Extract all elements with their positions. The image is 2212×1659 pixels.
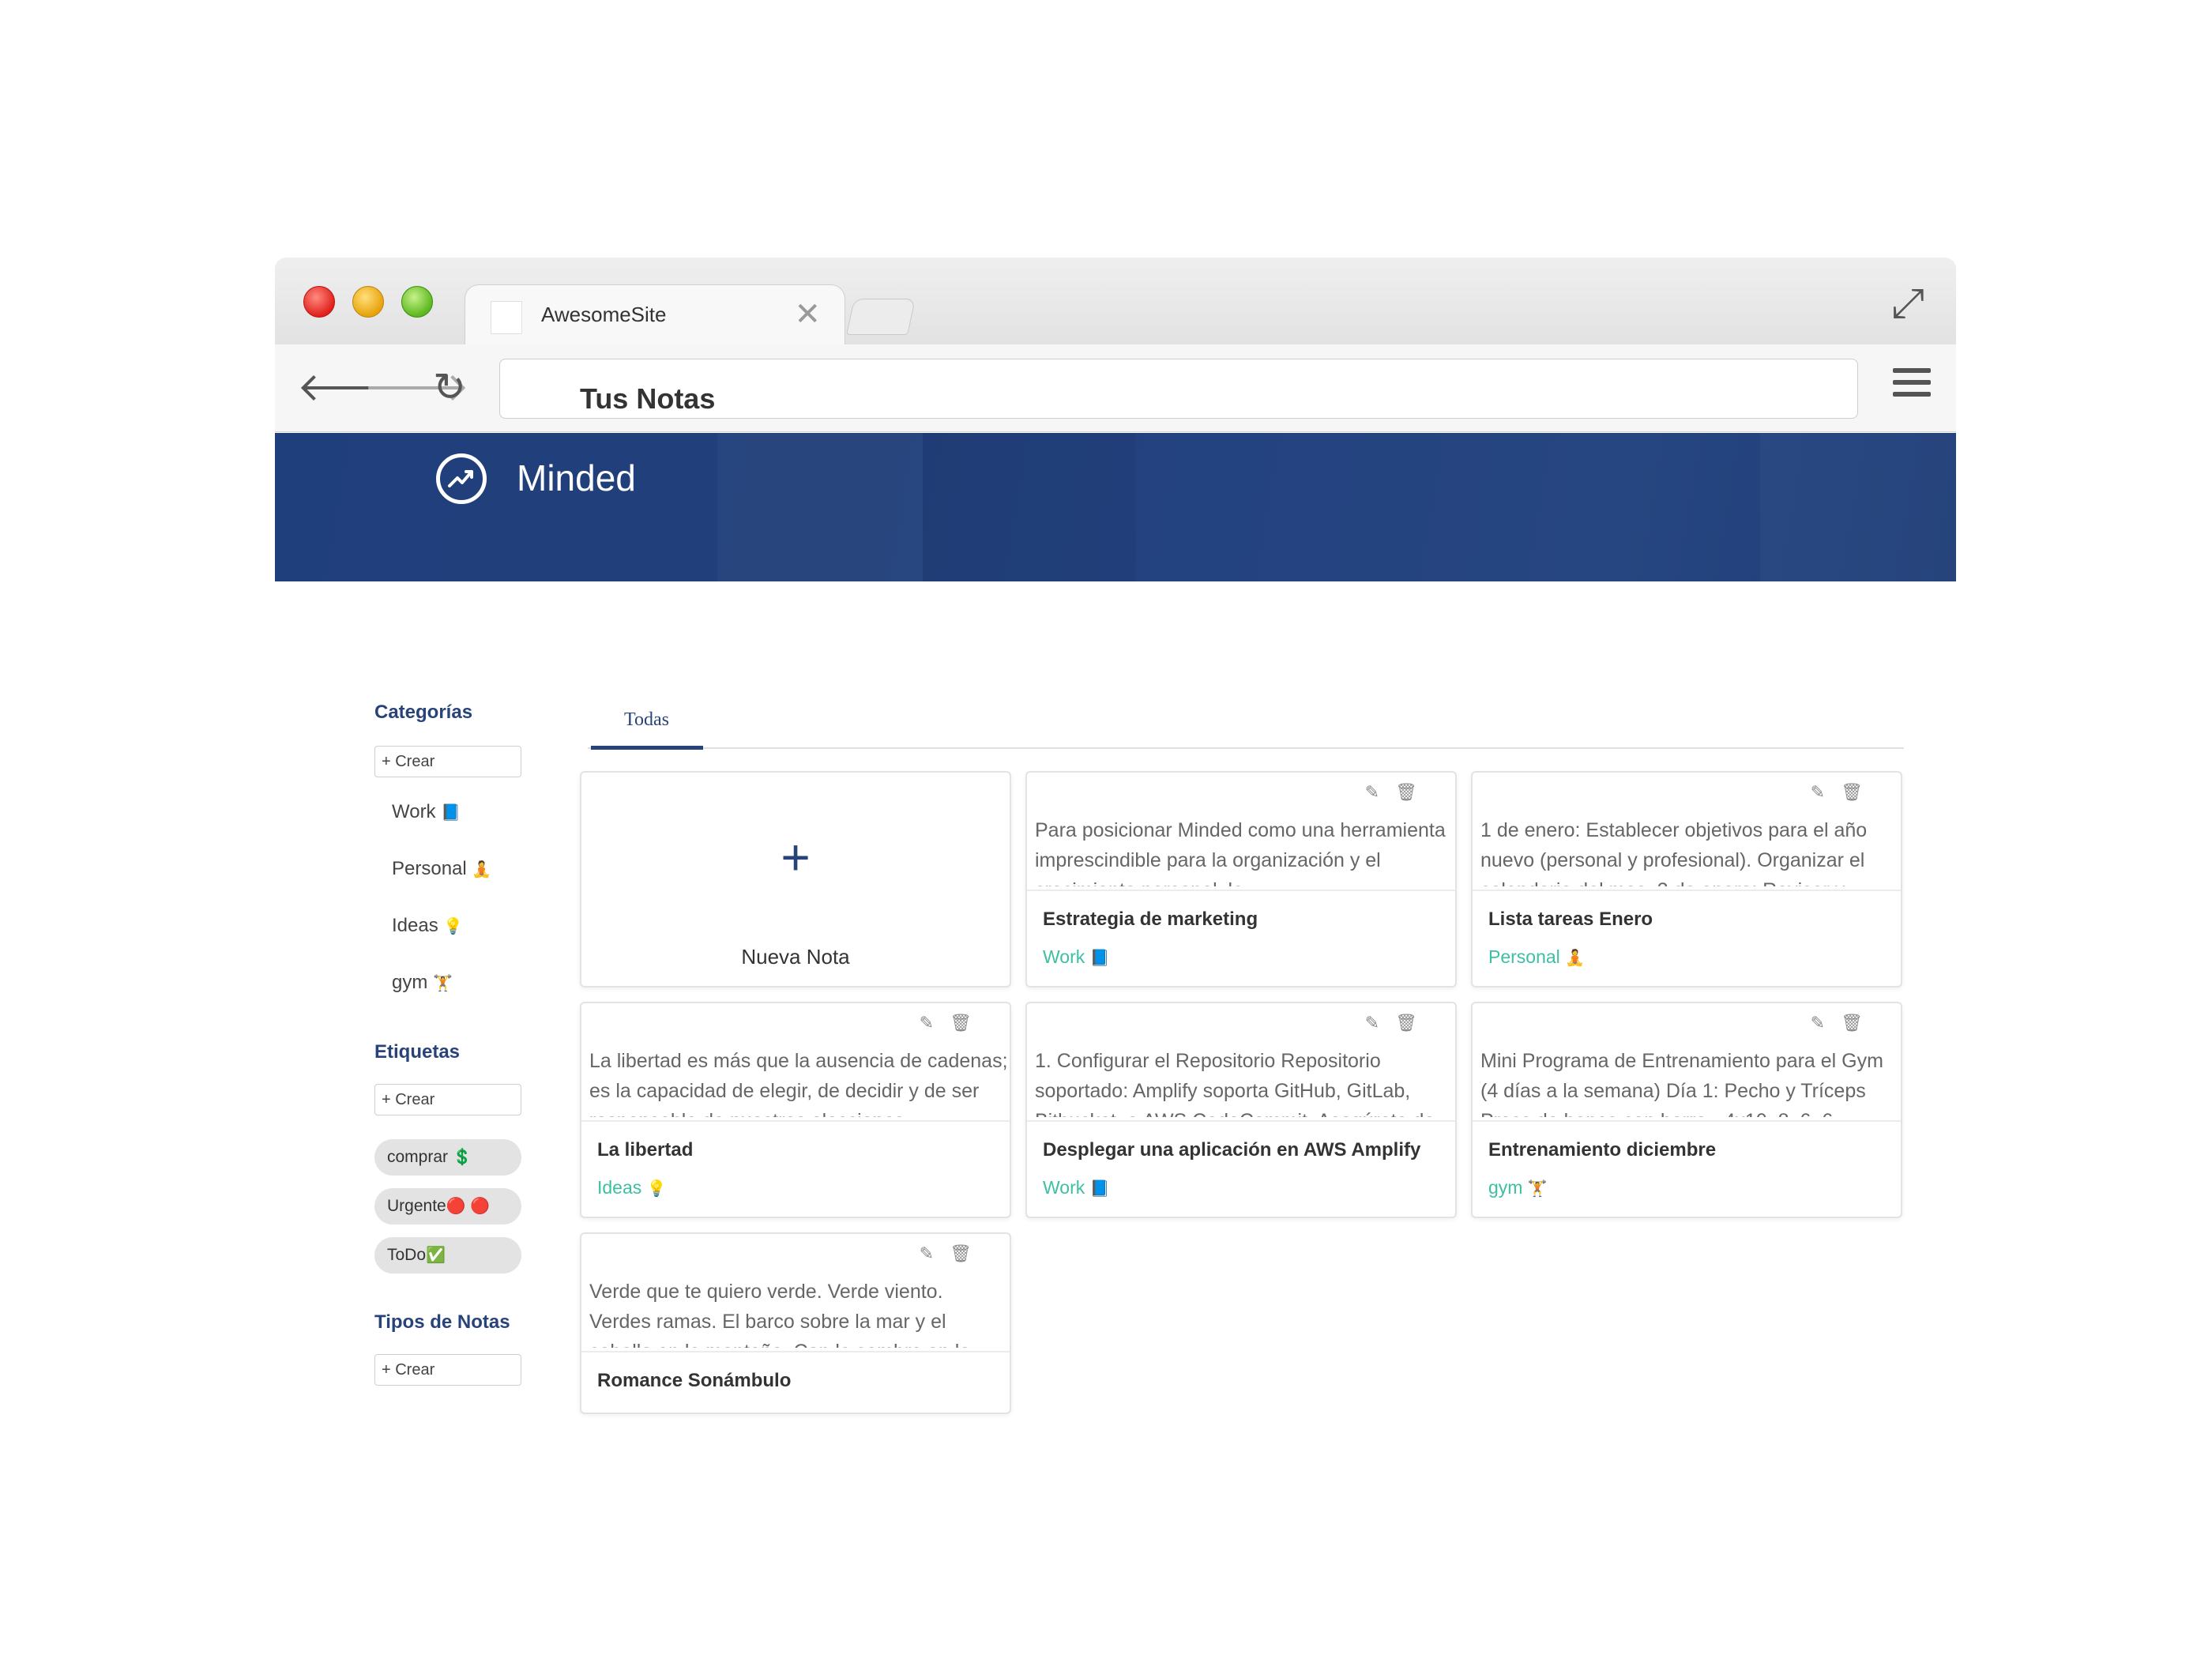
plus-icon: + [781, 829, 811, 886]
book-icon: 📘 [441, 804, 461, 822]
active-tab-indicator [591, 746, 703, 750]
check-mark-icon: ✅ [426, 1247, 446, 1264]
browser-titlebar: AwesomeSite ✕ ⤢ [275, 258, 1956, 345]
trend-chart-logo-icon [436, 453, 487, 504]
trash-icon[interactable]: 🗑 [1395, 782, 1433, 802]
pencil-icon[interactable]: ✎ [1365, 1013, 1395, 1033]
app-logo-text[interactable]: Minded [517, 457, 636, 499]
book-icon: 📘 [1089, 1180, 1110, 1198]
note-title: Estrategia de marketing [1043, 908, 1258, 930]
trash-icon[interactable]: 🗑 [950, 1013, 988, 1033]
note-title: Entrenamiento diciembre [1488, 1139, 1717, 1161]
trash-icon[interactable]: 🗑 [1395, 1013, 1433, 1033]
note-category: Work 📘 [1043, 946, 1110, 967]
note-category: Work 📘 [1043, 1177, 1110, 1198]
note-preview: Verde que te quiero verde. Verde viento.… [589, 1281, 970, 1348]
note-title: Lista tareas Enero [1488, 908, 1653, 930]
minimize-window-button[interactable] [352, 286, 384, 318]
pencil-icon[interactable]: ✎ [1365, 782, 1395, 802]
lightbulb-icon: 💡 [646, 1180, 667, 1198]
tab-title: AwesomeSite [541, 303, 667, 326]
note-card[interactable]: ✎🗑 1. Configurar el Repositorio Reposito… [1025, 1002, 1457, 1218]
tag-pill-comprar[interactable]: comprar 💲 [374, 1139, 521, 1176]
meditation-icon: 🧘 [472, 861, 492, 878]
tags-heading: Etiquetas [374, 1041, 461, 1063]
category-item-work[interactable]: Work 📘 [392, 801, 461, 823]
new-tab-button[interactable] [846, 299, 916, 335]
new-note-card[interactable]: + Nueva Nota [580, 771, 1011, 988]
note-card[interactable]: ✎🗑 Mini Programa de Entrenamiento para e… [1471, 1002, 1902, 1218]
trash-icon[interactable]: 🗑 [1841, 1013, 1879, 1033]
note-title: Romance Sonámbulo [597, 1370, 792, 1391]
note-category: gym 🏋 [1488, 1177, 1548, 1198]
create-tag-input[interactable]: + Crear [374, 1084, 521, 1115]
note-card[interactable]: ✎🗑 1 de enero: Establecer objetivos para… [1471, 771, 1902, 988]
app-header: Minded [275, 433, 1956, 581]
close-window-button[interactable] [303, 286, 335, 318]
note-category: Personal 🧘 [1488, 946, 1586, 967]
pencil-icon[interactable]: ✎ [920, 1013, 950, 1033]
create-note-type-input[interactable]: + Crear [374, 1354, 521, 1386]
tag-pill-urgente[interactable]: Urgente🔴 🔴 [374, 1188, 521, 1224]
weightlifter-icon: 🏋 [433, 975, 453, 992]
meditation-icon: 🧘 [1565, 950, 1586, 967]
pencil-icon[interactable]: ✎ [1811, 782, 1841, 802]
page-title: Tus Notas [580, 382, 716, 415]
trash-icon[interactable]: 🗑 [950, 1243, 988, 1263]
trash-icon[interactable]: 🗑 [1841, 782, 1879, 802]
close-icon[interactable]: ✕ [794, 296, 821, 333]
new-note-label: Nueva Nota [741, 945, 850, 969]
categories-heading: Categorías [374, 702, 473, 723]
category-item-gym[interactable]: gym 🏋 [392, 972, 453, 994]
fullscreen-icon[interactable]: ⤢ [1891, 280, 1924, 328]
browser-toolbar: 🡐 🡒 ↻ [275, 344, 1956, 432]
note-card[interactable]: ✎🗑 Para posicionar Minded como una herra… [1025, 771, 1457, 988]
tab-todas[interactable]: Todas [624, 709, 669, 731]
page-icon [491, 301, 522, 334]
tabs-divider [588, 747, 1904, 749]
note-preview: Para posicionar Minded como una herramie… [1035, 819, 1446, 886]
note-preview: La libertad es más que la ausencia de ca… [589, 1050, 1008, 1117]
note-card[interactable]: ✎🗑 Verde que te quiero verde. Verde vien… [580, 1232, 1011, 1414]
lightbulb-icon: 💡 [443, 918, 464, 935]
weightlifter-icon: 🏋 [1527, 1180, 1548, 1198]
tag-pill-todo[interactable]: ToDo✅ [374, 1237, 521, 1273]
note-preview: 1 de enero: Establecer objetivos para el… [1480, 819, 1868, 886]
hamburger-menu-icon[interactable] [1893, 368, 1931, 404]
browser-tab[interactable]: AwesomeSite ✕ [465, 284, 845, 345]
note-preview: 1. Configurar el Repositorio Repositorio… [1035, 1050, 1435, 1117]
category-item-personal[interactable]: Personal 🧘 [392, 858, 491, 880]
category-item-ideas[interactable]: Ideas 💡 [392, 915, 463, 937]
note-preview: Mini Programa de Entrenamiento para el G… [1480, 1050, 1883, 1117]
pencil-icon[interactable]: ✎ [920, 1243, 950, 1263]
note-title: La libertad [597, 1139, 694, 1161]
book-icon: 📘 [1089, 950, 1110, 967]
maximize-window-button[interactable] [401, 286, 433, 318]
red-circle-icon: 🔴 🔴 [446, 1198, 491, 1215]
note-title: Desplegar una aplicación en AWS Amplify [1043, 1139, 1421, 1161]
dollar-icon: 💲 [452, 1149, 472, 1166]
note-types-heading: Tipos de Notas [374, 1311, 510, 1333]
note-category: Ideas 💡 [597, 1177, 667, 1198]
reload-icon[interactable]: ↻ [433, 363, 466, 411]
create-category-input[interactable]: + Crear [374, 746, 521, 777]
note-card[interactable]: ✎🗑 La libertad es más que la ausencia de… [580, 1002, 1011, 1218]
pencil-icon[interactable]: ✎ [1811, 1013, 1841, 1033]
